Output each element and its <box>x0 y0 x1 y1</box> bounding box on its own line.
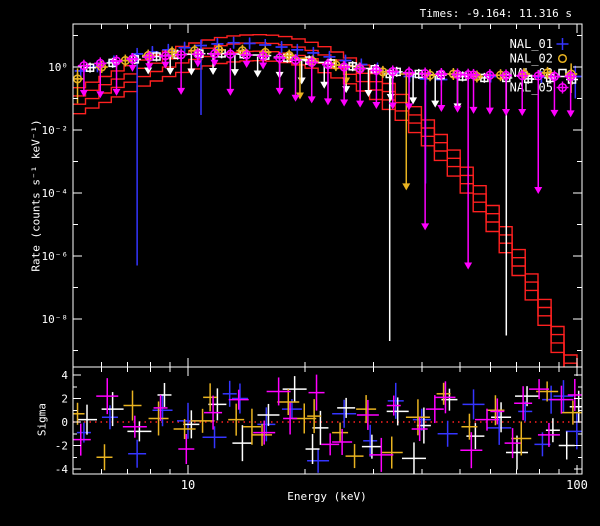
upper-limit-arrow <box>409 97 417 104</box>
svg-text:0: 0 <box>61 416 68 429</box>
upper-limit-arrow <box>243 61 251 68</box>
time-interval-label: Times: -9.164: 11.316 s <box>420 7 572 20</box>
residuals-NAL_03 <box>77 376 588 474</box>
upper-limit-arrow <box>320 82 328 89</box>
upper-limit-arrow <box>298 77 306 84</box>
upper-limit-arrow <box>342 86 350 93</box>
upper-limit-arrow <box>454 106 462 113</box>
upper-limit-arrow <box>340 99 348 106</box>
upper-limit-arrow <box>308 96 316 103</box>
upper-limit-arrow <box>209 68 217 75</box>
svg-text:100: 100 <box>566 478 588 492</box>
svg-text:-4: -4 <box>55 463 69 476</box>
legend: NAL_01NAL_02NAL_03NAL_05 <box>510 37 569 95</box>
svg-text:4: 4 <box>61 369 68 382</box>
upper-limit-arrow <box>534 187 542 194</box>
upper-limit-arrow <box>177 88 185 95</box>
spectrum-plot-canvas: NAL_01NAL_02NAL_03NAL_05 10⁰ 10⁻² 10⁻⁴ 10⁻⁶ 1… <box>0 0 600 526</box>
sigma-panel-data <box>71 375 588 475</box>
residuals-NAL_01 <box>77 380 588 473</box>
upper-limit-arrow <box>567 110 575 117</box>
upper-limit-arrow <box>437 105 445 112</box>
upper-limit-arrow <box>324 98 332 105</box>
legend-label-NAL_01: NAL_01 <box>510 37 553 51</box>
sigma-axis-title: Sigma <box>36 270 49 526</box>
upper-limit-arrow <box>486 108 494 115</box>
upper-limit-arrow <box>254 70 262 77</box>
upper-limit-arrow <box>372 102 380 109</box>
residuals-NAL_02 <box>71 381 585 470</box>
upper-limit-arrow <box>402 183 410 190</box>
upper-limit-arrow <box>364 90 372 97</box>
main-panel-data <box>72 35 582 411</box>
svg-text:10: 10 <box>181 478 195 492</box>
upper-limit-arrow <box>166 68 174 75</box>
upper-limit-arrow <box>96 91 104 98</box>
upper-limit-arrow <box>464 263 472 270</box>
svg-text:-2: -2 <box>55 440 68 453</box>
upper-limit-arrow <box>502 109 510 116</box>
svg-text:10⁻²: 10⁻² <box>42 124 69 137</box>
upper-limit-arrow <box>431 101 439 108</box>
residuals-NAL_05 <box>71 375 582 472</box>
energy-axis-title: Energy (keV) <box>227 490 427 503</box>
svg-text:10⁰: 10⁰ <box>48 61 68 74</box>
svg-text:10⁻⁴: 10⁻⁴ <box>42 187 69 200</box>
upper-limit-arrow <box>292 95 300 102</box>
series-NAL_03 <box>84 48 578 341</box>
upper-limit-arrow <box>421 223 429 230</box>
upper-limit-arrow <box>226 89 234 96</box>
upper-limit-arrow <box>550 110 558 117</box>
upper-limit-arrow <box>470 107 478 114</box>
svg-text:2: 2 <box>61 393 68 406</box>
upper-limit-arrow <box>231 69 239 76</box>
svg-text:10⁻⁶: 10⁻⁶ <box>42 250 69 263</box>
upper-limit-arrow <box>259 62 267 69</box>
upper-limit-arrow <box>129 65 137 72</box>
legend-label-NAL_02: NAL_02 <box>510 52 553 66</box>
upper-limit-arrow <box>276 88 284 95</box>
upper-limit-arrow <box>356 101 364 108</box>
plot-window: NAL_01NAL_02NAL_03NAL_05 10⁰ 10⁻² 10⁻⁴ 10⁻⁶ 1… <box>0 0 600 526</box>
upper-limit-arrow <box>518 109 526 116</box>
upper-limit-arrow <box>113 89 121 96</box>
